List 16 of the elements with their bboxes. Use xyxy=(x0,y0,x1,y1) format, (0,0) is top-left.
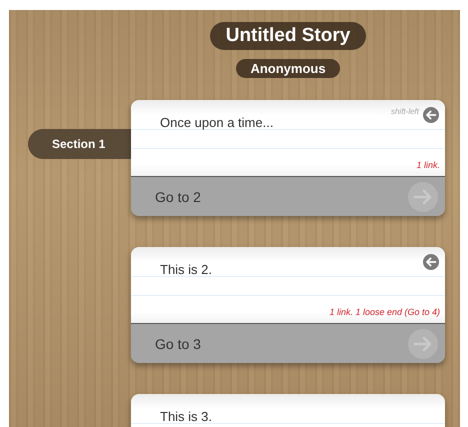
section-label[interactable]: Section 1 xyxy=(28,129,131,159)
text-page[interactable]: This is 2. 1 link. 1 loose end (Go to 4) xyxy=(131,247,445,324)
text-page[interactable]: Once upon a time... shift-left 1 link. xyxy=(131,100,445,177)
link-status: 1 link. 1 loose end (Go to 4) xyxy=(329,307,440,317)
section-text: This is 3. xyxy=(160,409,212,424)
section-text: Once upon a time... xyxy=(160,115,274,130)
section-text: This is 2. xyxy=(160,262,212,277)
story-title[interactable]: Untitled Story xyxy=(210,22,366,50)
story-author[interactable]: Anonymous xyxy=(236,59,340,78)
link-label: Go to 3 xyxy=(155,336,201,352)
text-page[interactable]: This is 3. xyxy=(131,394,445,427)
link-status: 1 link. xyxy=(416,160,440,170)
shortcut-hint: shift-left xyxy=(390,107,419,116)
link-bar[interactable]: Go to 3 xyxy=(131,324,445,363)
link-label: Go to 2 xyxy=(155,188,201,204)
link-bar[interactable]: Go to 2 xyxy=(131,177,445,216)
